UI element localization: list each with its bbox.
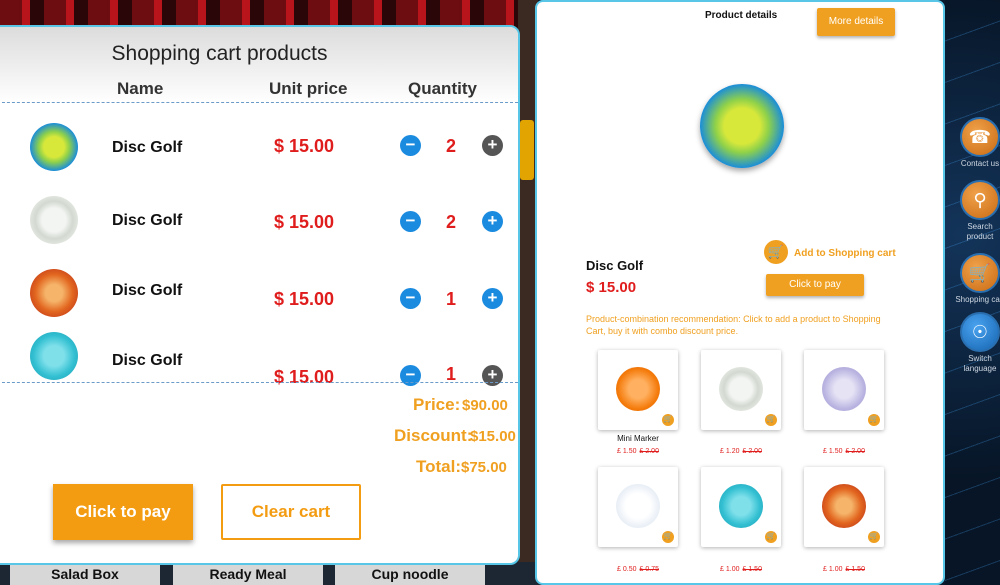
shopping-cart-panel: Shopping cart products Name Unit price Q… [0,25,520,565]
decrease-quantity-button[interactable]: − [400,288,421,309]
product-image [30,123,78,171]
cart-item-price: $ 15.00 [274,212,335,232]
combo-product-price: £ 1.50 £ 2.00 [617,448,659,455]
increase-quantity-button[interactable]: + [482,288,503,309]
column-header-quantity: Quantity [408,79,477,98]
side-nav-label: Contact us [960,159,1000,168]
clear-cart-button[interactable]: Clear cart [221,484,361,540]
increase-quantity-button[interactable]: + [482,135,503,156]
more-details-button[interactable]: More details [817,8,895,36]
cart-item-name: Disc Golf [112,212,183,229]
combo-product-price: £ 1.50 £ 2.00 [823,448,865,455]
product-name: Disc Golf [586,258,644,273]
cart-item-price: $ 15.00 [274,367,335,387]
total-label: Total: [416,457,462,476]
product-image [616,367,660,411]
quantity-value: 2 [445,212,456,232]
decrease-quantity-button[interactable]: − [400,135,421,156]
side-nav-label: Switch language [963,354,997,373]
globe-icon: ☉ [960,312,1000,352]
product-image [822,367,866,411]
cart-icon: 🛒 [960,253,1000,293]
decrease-quantity-button[interactable]: − [400,211,421,232]
cart-item-price: $ 15.00 [274,289,335,309]
cart-title: Shopping cart products [111,42,328,65]
cart-icon[interactable]: 🛒 [662,531,674,543]
details-title: Product details [705,10,778,21]
combo-product-card[interactable]: 🛒 [598,350,678,430]
combo-product-card[interactable]: 🛒 [804,350,884,430]
product-details-panel: Product details More details 🛒 Add to Sh… [535,0,945,585]
side-nav-label: Shopping cart [955,295,1000,304]
price-value: $90.00 [462,397,508,414]
combo-product-price: £ 1.20 £ 2.00 [720,448,762,455]
quantity-value: 2 [445,136,456,156]
cart-item-name: Disc Golf [112,352,183,369]
add-to-cart-link[interactable]: Add to Shopping cart [794,248,896,259]
combo-product-label: Mini Marker [617,434,659,443]
price-label: Price: [413,395,461,414]
cart-icon[interactable]: 🛒 [868,531,880,543]
cart-item-name: Disc Golf [112,139,183,156]
side-nav-label: Search product [966,222,994,241]
product-image [719,367,763,411]
category-tile[interactable]: Cup noodle [335,564,485,585]
column-header-name: Name [117,79,164,98]
combo-product-card[interactable]: 🛒 [804,467,884,547]
phone-icon: ☎ [960,117,1000,157]
list-divider [0,382,518,383]
cart-icon[interactable]: 🛒 [662,414,674,426]
combo-product-price: £ 1.00 £ 1.50 [720,566,762,573]
cart-icon[interactable]: 🛒 [764,240,788,264]
click-to-pay-button[interactable]: Click to pay [766,274,864,296]
cart-item-price: $ 15.00 [274,136,335,156]
product-image [30,269,78,317]
search-icon: ⚲ [960,180,1000,220]
combo-recommendation-text: Product-combination recommendation: Clic… [586,314,881,336]
product-image [30,196,78,244]
side-nav-language[interactable]: ☉ Switch language [955,312,1000,374]
combo-product-price: £ 0.50 £ 0.75 [617,566,659,573]
discount-label: Discount: [394,426,473,445]
combo-product-card[interactable]: 🛒 [701,350,781,430]
click-to-pay-button[interactable]: Click to pay [53,484,193,540]
combo-product-card[interactable]: 🛒 [701,467,781,547]
combo-product-price: £ 1.00 £ 1.50 [823,566,865,573]
side-nav-search[interactable]: ⚲ Search product [955,180,1000,242]
increase-quantity-button[interactable]: + [482,211,503,232]
cart-icon[interactable]: 🛒 [765,414,777,426]
header-divider [0,102,518,103]
category-tile[interactable]: Salad Box [10,564,160,585]
cart-item-name: Disc Golf [112,282,183,299]
cart-icon[interactable]: 🛒 [868,414,880,426]
combo-product-card[interactable]: 🛒 [598,467,678,547]
discount-value: $15.00 [470,428,516,445]
side-nav-cart[interactable]: 🛒 Shopping cart [955,253,1000,305]
column-header-unit-price: Unit price [269,79,348,98]
background-accent [520,120,534,180]
product-main-image [700,84,784,168]
product-image [822,484,866,528]
product-image [616,484,660,528]
product-image [30,332,78,380]
product-image [719,484,763,528]
category-tile[interactable]: Ready Meal [173,564,323,585]
cart-icon[interactable]: 🛒 [765,531,777,543]
side-nav-contact[interactable]: ☎ Contact us [955,117,1000,169]
total-value: $75.00 [461,459,507,476]
quantity-value: 1 [445,289,456,309]
product-price: $ 15.00 [586,279,637,296]
